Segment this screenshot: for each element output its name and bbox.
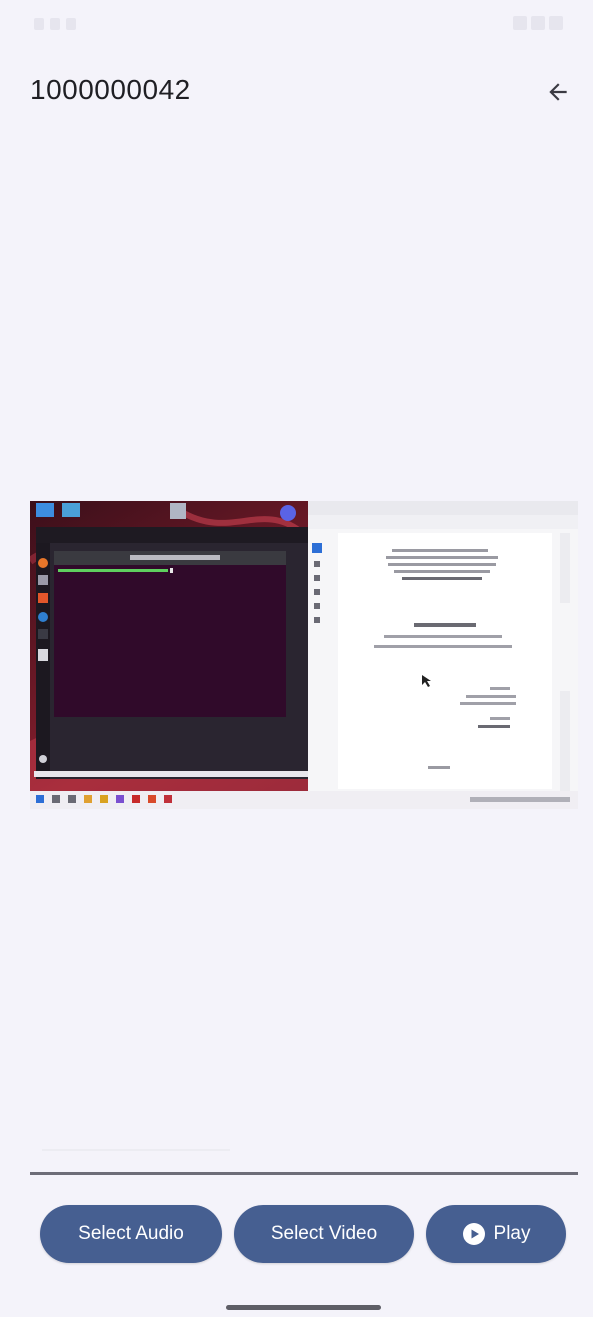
arrow-left-icon <box>549 83 567 101</box>
video-thumbnail <box>30 501 578 809</box>
status-bar-right <box>513 16 563 30</box>
select-video-button[interactable]: Select Video <box>234 1205 414 1263</box>
select-audio-button[interactable]: Select Audio <box>40 1205 222 1263</box>
video-player[interactable] <box>30 501 578 809</box>
notification-icon <box>66 18 76 30</box>
select-video-label: Select Video <box>270 1223 378 1244</box>
notification-icon <box>34 18 44 30</box>
seek-bar-progress <box>42 1149 230 1151</box>
notification-icon <box>50 18 60 30</box>
play-circle-icon <box>462 1223 485 1245</box>
select-audio-label: Select Audio <box>78 1223 184 1244</box>
wifi-icon <box>513 16 527 30</box>
battery-icon <box>549 16 563 30</box>
home-indicator[interactable] <box>226 1305 381 1310</box>
play-button[interactable]: Play <box>426 1205 566 1263</box>
page-title: 1000000042 <box>30 74 191 105</box>
status-bar <box>0 0 593 48</box>
back-button[interactable] <box>540 74 576 110</box>
play-label: Play <box>493 1223 531 1244</box>
seek-bar[interactable] <box>30 1172 578 1175</box>
signal-icon <box>531 16 545 30</box>
status-bar-left <box>34 18 76 30</box>
app-bar: 1000000042 <box>0 60 593 124</box>
